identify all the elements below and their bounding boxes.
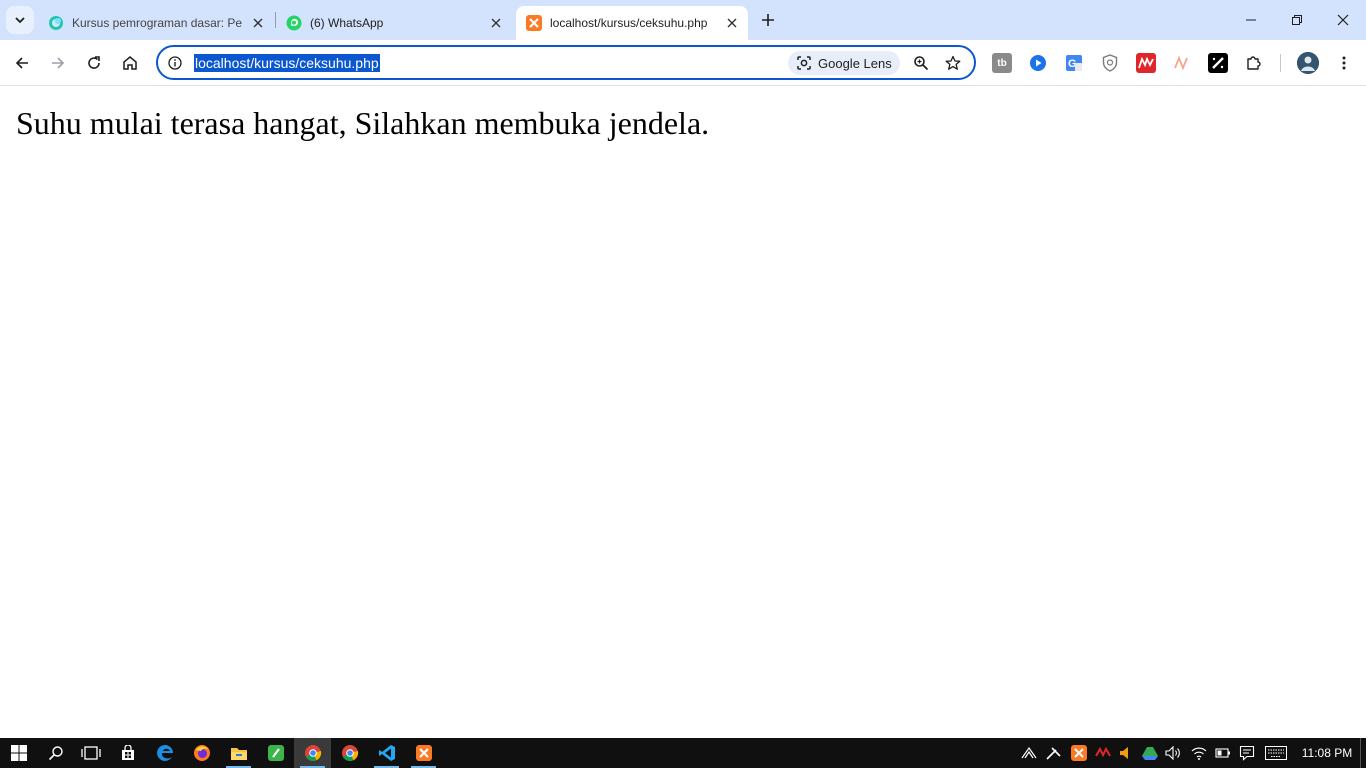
shield-extension-icon[interactable] (1100, 53, 1120, 73)
red-extension-icon[interactable] (1136, 53, 1156, 73)
zoom-icon[interactable] (910, 52, 932, 74)
tab-title: localhost/kursus/ceksuhu.php (550, 16, 708, 30)
chevron-down-icon (15, 17, 25, 24)
profile-avatar[interactable] (1297, 52, 1319, 74)
kebab-menu-icon (1342, 56, 1346, 70)
tray-red-app-icon[interactable] (1094, 744, 1112, 762)
browser-toolbar: localhost/kursus/ceksuhu.php Google Lens… (0, 40, 1366, 86)
lens-icon (797, 56, 811, 70)
lens-label: Google Lens (818, 55, 892, 71)
tab-whatsapp[interactable]: (6) WhatsApp (276, 6, 512, 40)
close-icon[interactable] (488, 15, 504, 31)
tray-xampp-icon[interactable] (1070, 744, 1088, 762)
temperature-message: Suhu mulai terasa hangat, Silahkan membu… (16, 105, 710, 141)
new-tab-button[interactable] (756, 8, 780, 32)
arrow-left-icon (15, 57, 28, 69)
plus-icon (762, 14, 774, 26)
tab-codepolitan[interactable]: Kursus pemrograman dasar: Pe (38, 6, 274, 40)
bookmark-star-icon[interactable] (942, 52, 964, 74)
close-icon (1337, 14, 1349, 26)
minimize-button[interactable] (1228, 0, 1274, 40)
close-window-button[interactable] (1320, 0, 1366, 40)
whatsapp-icon (286, 15, 302, 31)
volume-icon[interactable] (1164, 744, 1182, 762)
n-extension-icon[interactable] (1172, 53, 1192, 73)
close-icon[interactable] (724, 15, 740, 31)
tray-tool-icon[interactable] (1045, 744, 1063, 762)
play-extension-icon[interactable] (1028, 53, 1048, 73)
arrow-right-icon (52, 57, 65, 69)
task-view-icon[interactable] (72, 738, 109, 768)
notepad-plus-icon[interactable] (257, 738, 294, 768)
show-desktop-button[interactable] (1360, 738, 1361, 768)
store-icon[interactable] (109, 738, 146, 768)
menu-button[interactable] (1328, 47, 1360, 79)
tab-title: Kursus pemrograman dasar: Pe (72, 16, 242, 30)
wifi-icon[interactable] (1190, 744, 1208, 762)
home-button[interactable] (114, 47, 146, 79)
xampp-icon[interactable] (405, 738, 442, 768)
address-bar[interactable]: localhost/kursus/ceksuhu.php Google Lens (156, 45, 976, 80)
keyboard-icon[interactable] (1264, 744, 1288, 762)
edge-icon[interactable] (146, 738, 183, 768)
google-lens-button[interactable]: Google Lens (788, 51, 900, 75)
search-icon[interactable] (37, 738, 74, 768)
restore-icon (1292, 15, 1302, 25)
codepolitan-icon (49, 16, 63, 30)
site-info-icon[interactable] (166, 54, 184, 72)
slash-extension-icon[interactable] (1208, 53, 1228, 73)
tab-ceksuhu[interactable]: localhost/kursus/ceksuhu.php (516, 6, 748, 40)
tray-wing-icon[interactable] (1020, 744, 1038, 762)
chrome-alt-icon[interactable] (331, 738, 368, 768)
xampp-icon (526, 15, 542, 31)
tb-extension-icon[interactable]: tb (992, 53, 1012, 73)
windows-taskbar: 11:08 PM (0, 738, 1366, 768)
toolbar-divider (1280, 54, 1281, 72)
taskbar-clock[interactable]: 11:08 PM (1298, 738, 1356, 768)
back-button[interactable] (6, 47, 38, 79)
battery-icon[interactable] (1214, 744, 1232, 762)
close-icon[interactable] (250, 15, 266, 31)
vscode-icon[interactable] (368, 738, 405, 768)
reload-button[interactable] (78, 47, 110, 79)
forward-button[interactable] (42, 47, 74, 79)
tray-speaker-alert-icon[interactable] (1117, 744, 1135, 762)
page-content: Suhu mulai terasa hangat, Silahkan membu… (0, 87, 1366, 738)
tab-search-button[interactable] (6, 6, 34, 34)
reload-icon (88, 56, 100, 69)
home-icon (123, 56, 137, 70)
tab-strip: Kursus pemrograman dasar: Pe (6) WhatsAp… (0, 0, 1366, 40)
minimize-icon (1246, 19, 1256, 21)
puzzle-extensions-icon[interactable] (1244, 53, 1264, 73)
notification-icon[interactable] (1238, 744, 1256, 762)
tab-title: (6) WhatsApp (310, 16, 384, 30)
chrome-icon[interactable] (294, 738, 331, 768)
url-text[interactable]: localhost/kursus/ceksuhu.php (194, 54, 380, 72)
restore-button[interactable] (1274, 0, 1320, 40)
firefox-icon[interactable] (183, 738, 220, 768)
tray-drive-icon[interactable] (1141, 744, 1159, 762)
file-explorer-icon[interactable] (220, 738, 257, 768)
google-translate-icon[interactable]: G (1064, 53, 1084, 73)
windows-start-icon[interactable] (0, 738, 37, 768)
